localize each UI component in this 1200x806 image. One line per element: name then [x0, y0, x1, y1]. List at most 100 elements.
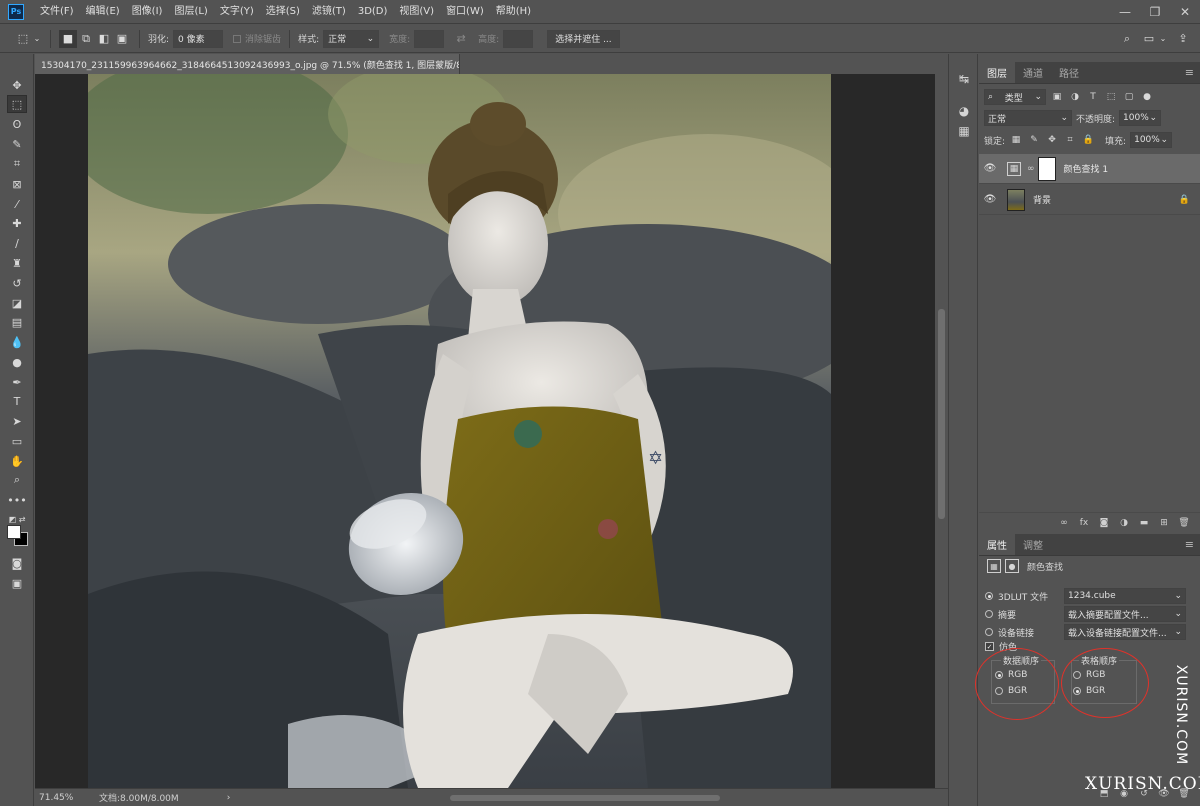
layer-style-fx-icon[interactable]: fx — [1078, 517, 1090, 529]
blur-tool-icon[interactable]: 💧 — [7, 333, 27, 351]
brush-tool-icon[interactable]: ∕ — [7, 234, 27, 252]
filter-toggle-icon[interactable]: ● — [1140, 90, 1154, 104]
crop-tool-icon[interactable]: ⌗ — [7, 155, 27, 173]
dodge-tool-icon[interactable]: ● — [7, 353, 27, 371]
document-tab[interactable]: 15304170_231159963964662_318466451309243… — [35, 54, 460, 74]
lock-image-icon[interactable]: ✎ — [1027, 133, 1041, 147]
delete-layer-icon[interactable]: 🗑 — [1178, 517, 1190, 529]
menu-3d[interactable]: 3D(D) — [352, 0, 394, 24]
devicelink-radio[interactable] — [985, 628, 993, 636]
quick-selection-tool-icon[interactable]: ✎ — [7, 135, 27, 153]
menu-file[interactable]: 文件(F) — [34, 0, 80, 24]
foreground-color-swatch[interactable] — [7, 525, 21, 539]
menu-filter[interactable]: 滤镜(T) — [306, 0, 352, 24]
style-select[interactable]: 正常 ⌄ — [323, 29, 380, 48]
abstract-select[interactable]: 载入摘要配置文件... ⌄ — [1064, 606, 1186, 622]
eraser-tool-icon[interactable]: ◪ — [7, 294, 27, 312]
history-panel-icon[interactable]: ↹ — [955, 70, 973, 88]
filter-kind-select[interactable]: ⌕ 类型 ⌄ — [984, 89, 1046, 105]
chevron-down-icon[interactable]: ⌄ — [1158, 30, 1168, 48]
status-arrow-icon[interactable]: › — [227, 793, 231, 803]
panel-menu-icon[interactable]: ≡ — [1185, 534, 1200, 555]
antialias-checkbox[interactable] — [233, 34, 242, 43]
tab-channels[interactable]: 通道 — [1015, 62, 1051, 83]
marquee-tool-preset-icon[interactable]: ⬚ — [14, 30, 32, 48]
tab-layers[interactable]: 图层 — [979, 62, 1015, 83]
lut3d-select[interactable]: 1234.cube ⌄ — [1064, 588, 1186, 604]
layer-row-color-lookup[interactable]: 👁 ▦ ∞ 颜色查找 1 — [979, 154, 1200, 184]
visibility-eye-icon[interactable]: 👁 — [979, 163, 1001, 174]
document-canvas-photo[interactable]: ✡ — [88, 74, 831, 788]
menu-type[interactable]: 文字(Y) — [214, 0, 260, 24]
search-icon[interactable]: ⌕ — [1118, 30, 1136, 48]
canvas-area[interactable]: ✡ — [35, 74, 935, 788]
layer-mask-thumbnail[interactable] — [1037, 156, 1056, 181]
lut3d-radio[interactable] — [985, 592, 993, 600]
intersect-selection-icon[interactable]: ▣ — [113, 30, 131, 48]
zoom-level[interactable]: 71.45% — [39, 793, 89, 803]
horizontal-scrollbar-thumb[interactable] — [450, 795, 720, 801]
fill-input[interactable]: 100% ⌄ — [1130, 132, 1173, 148]
tab-adjustments[interactable]: 调整 — [1015, 534, 1051, 555]
close-icon[interactable]: ✕ — [1170, 0, 1200, 24]
link-layers-icon[interactable]: ∞ — [1058, 517, 1070, 529]
zoom-tool-icon[interactable]: ⌕ — [7, 471, 27, 489]
rectangle-tool-icon[interactable]: ▭ — [7, 432, 27, 450]
new-group-icon[interactable]: ▬ — [1138, 517, 1150, 529]
gradient-tool-icon[interactable]: ▤ — [7, 313, 27, 331]
lock-transparent-icon[interactable]: ▦ — [1009, 133, 1023, 147]
workspace-icon[interactable]: ▭ — [1140, 30, 1158, 48]
feather-input[interactable]: 0 像素 — [173, 29, 224, 48]
hand-tool-icon[interactable]: ✋ — [7, 452, 27, 470]
move-tool-icon[interactable]: ✥ — [7, 76, 27, 94]
more-tools-icon[interactable]: ••• — [7, 491, 27, 509]
dither-checkbox[interactable]: ✓ — [985, 642, 994, 651]
menu-view[interactable]: 视图(V) — [393, 0, 440, 24]
menu-edit[interactable]: 编辑(E) — [80, 0, 126, 24]
smart-object-filter-icon[interactable]: ▢ — [1122, 90, 1136, 104]
subtract-selection-icon[interactable]: ◧ — [95, 30, 113, 48]
new-layer-icon[interactable]: ⊞ — [1158, 517, 1170, 529]
lock-artboard-icon[interactable]: ⌗ — [1063, 133, 1077, 147]
share-icon[interactable]: ⇪ — [1174, 30, 1192, 48]
adjustment-layer-icon[interactable]: ▦ — [987, 559, 1001, 573]
link-chain-icon[interactable]: ∞ — [1027, 164, 1035, 174]
menu-help[interactable]: 帮助(H) — [490, 0, 537, 24]
layer-row-background[interactable]: 👁 背景 🔒 — [979, 185, 1200, 215]
swap-icon[interactable]: ⇄ — [452, 30, 470, 48]
tab-properties[interactable]: 属性 — [979, 534, 1015, 555]
type-tool-icon[interactable]: T — [7, 392, 27, 410]
visibility-eye-icon[interactable]: 👁 — [979, 194, 1001, 205]
restore-icon[interactable]: ❐ — [1140, 0, 1170, 24]
quick-mask-icon[interactable]: ◙ — [7, 554, 27, 572]
panel-menu-icon[interactable]: ≡ — [1185, 62, 1200, 83]
eyedropper-tool-icon[interactable]: ⁄ — [7, 195, 27, 213]
new-selection-icon[interactable]: ■ — [59, 29, 77, 48]
tab-paths[interactable]: 路径 — [1051, 62, 1087, 83]
add-selection-icon[interactable]: ⧉ — [77, 30, 95, 48]
shape-filter-icon[interactable]: ⬚ — [1104, 90, 1118, 104]
abstract-radio[interactable] — [985, 610, 993, 618]
minimize-icon[interactable]: — — [1110, 0, 1140, 24]
lock-position-icon[interactable]: ✥ — [1045, 133, 1059, 147]
menu-window[interactable]: 窗口(W) — [440, 0, 490, 24]
rectangular-marquee-tool-icon[interactable]: ⬚ — [7, 95, 27, 113]
clone-stamp-tool-icon[interactable]: ♜ — [7, 254, 27, 272]
width-input[interactable] — [414, 29, 445, 48]
select-and-mask-button[interactable]: 选择并遮住 ... — [547, 29, 620, 48]
pixel-filter-icon[interactable]: ▣ — [1050, 90, 1064, 104]
menu-layer[interactable]: 图层(L) — [168, 0, 213, 24]
new-adjustment-layer-icon[interactable]: ◑ — [1118, 517, 1130, 529]
menu-select[interactable]: 选择(S) — [260, 0, 306, 24]
devicelink-select[interactable]: 载入设备链接配置文件... ⌄ — [1064, 624, 1186, 640]
mask-icon[interactable]: ● — [1005, 559, 1019, 573]
height-input[interactable] — [503, 29, 534, 48]
vertical-scrollbar[interactable] — [935, 74, 948, 788]
add-mask-icon[interactable]: ◙ — [1098, 517, 1110, 529]
swatches-panel-icon[interactable]: ▦ — [955, 122, 973, 140]
menu-image[interactable]: 图像(I) — [126, 0, 169, 24]
healing-brush-tool-icon[interactable]: ✚ — [7, 214, 27, 232]
type-filter-icon[interactable]: T — [1086, 90, 1100, 104]
blend-mode-select[interactable]: 正常 ⌄ — [984, 110, 1072, 126]
lasso-tool-icon[interactable]: ʘ — [7, 115, 27, 133]
